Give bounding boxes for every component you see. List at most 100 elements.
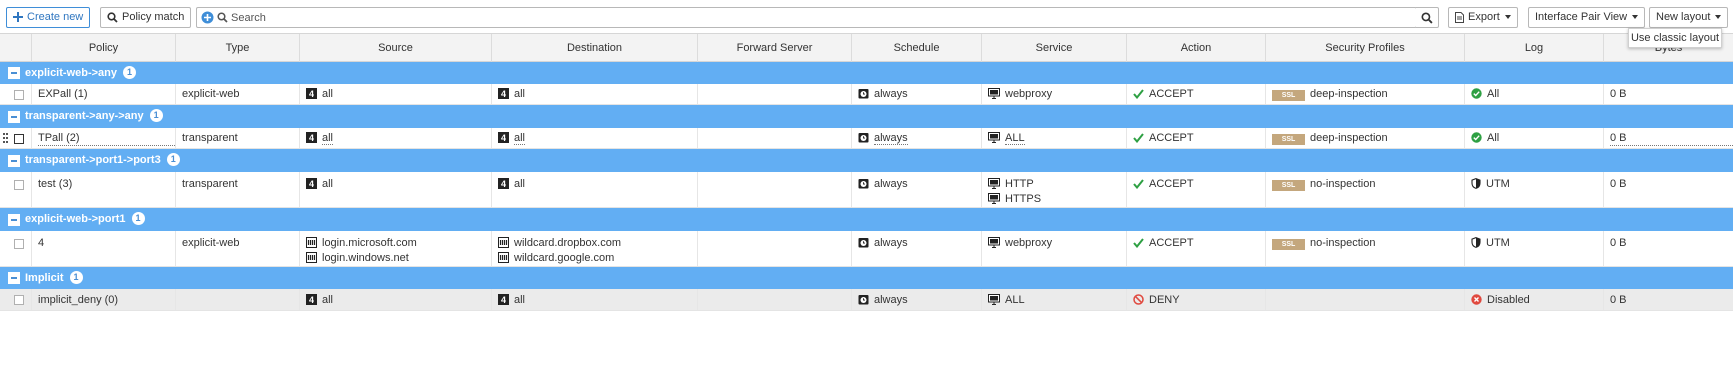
policy-cell[interactable]: implicit_deny (0) <box>32 289 176 310</box>
security-profile[interactable]: SSL deep-inspection <box>1272 87 1464 102</box>
policy-cell[interactable]: EXPall (1) <box>32 84 176 104</box>
table-row[interactable]: EXPall (1) explicit-web 4 all 4 all always webp… <box>0 84 1733 105</box>
schedule-cell[interactable]: always <box>852 231 982 266</box>
service-value[interactable]: HTTPS <box>988 192 1126 207</box>
policy-cell[interactable]: TPall (2) <box>32 128 176 148</box>
schedule-value[interactable]: always <box>858 293 981 308</box>
policy-name[interactable]: implicit_deny (0) <box>38 293 175 308</box>
security-profiles-cell[interactable]: SSL deep-inspection <box>1266 128 1465 148</box>
table-row[interactable]: TPall (2) transparent 4 all 4 all always ALL ACC… <box>0 128 1733 149</box>
service-value[interactable]: webproxy <box>988 87 1126 102</box>
search-box[interactable] <box>196 7 1417 28</box>
security-profile[interactable]: SSL no-inspection <box>1272 236 1464 251</box>
header-action[interactable]: Action <box>1127 34 1266 62</box>
destination-address[interactable]: wildcard.dropbox.com <box>498 236 697 251</box>
destination-cell[interactable]: wildcard.dropbox.com wildcard.google.com <box>492 231 698 266</box>
header-type[interactable]: Type <box>176 34 300 62</box>
security-profile[interactable]: SSL deep-inspection <box>1272 131 1464 146</box>
destination-cell[interactable]: 4 all <box>492 84 698 104</box>
header-policy[interactable]: Policy <box>32 34 176 62</box>
policy-match-button[interactable]: Policy match <box>100 7 192 28</box>
service-cell[interactable]: HTTP HTTPS <box>982 172 1127 207</box>
destination-address[interactable]: 4 all <box>498 177 697 192</box>
new-layout-dropdown[interactable]: New layout <box>1649 7 1729 28</box>
service-value[interactable]: ALL <box>988 293 1126 308</box>
search-input[interactable] <box>231 9 1381 26</box>
service-value[interactable]: HTTP <box>988 177 1126 192</box>
service-cell[interactable]: ALL <box>982 289 1127 310</box>
header-log[interactable]: Log <box>1465 34 1604 62</box>
collapse-toggle-icon[interactable] <box>8 110 20 123</box>
section-header[interactable]: explicit-web->port1 1 <box>0 208 1733 231</box>
header-source[interactable]: Source <box>300 34 492 62</box>
header-destination[interactable]: Destination <box>492 34 698 62</box>
schedule-cell[interactable]: always <box>852 84 982 104</box>
section-header[interactable]: transparent->any->any 1 <box>0 105 1733 128</box>
collapse-toggle-icon[interactable] <box>8 154 20 167</box>
create-new-button[interactable]: Create new <box>6 7 91 28</box>
security-profiles-cell[interactable]: SSL no-inspection <box>1266 172 1465 207</box>
header-service[interactable]: Service <box>982 34 1127 62</box>
add-filter-icon[interactable] <box>201 11 214 24</box>
service-value[interactable]: ALL <box>988 131 1126 146</box>
security-profiles-cell[interactable]: SSL deep-inspection <box>1266 84 1465 104</box>
header-schedule[interactable]: Schedule <box>852 34 982 62</box>
destination-cell[interactable]: 4 all <box>492 172 698 207</box>
address-icon: 4 <box>498 294 509 310</box>
policy-name[interactable]: EXPall (1) <box>38 87 175 102</box>
header-forward-server[interactable]: Forward Server <box>698 34 852 62</box>
interface-pair-view-dropdown[interactable]: Interface Pair View <box>1528 7 1646 28</box>
schedule-value[interactable]: always <box>858 131 981 146</box>
security-profile[interactable]: SSL no-inspection <box>1272 177 1464 192</box>
destination-address[interactable]: 4 all <box>498 293 697 308</box>
export-dropdown[interactable]: Export <box>1448 7 1518 28</box>
table-row[interactable]: 4 explicit-web login.microsoft.com login.wi… <box>0 231 1733 267</box>
destination-cell[interactable]: 4 all <box>492 128 698 148</box>
schedule-value[interactable]: always <box>858 177 981 192</box>
destination-cell[interactable]: 4 all <box>492 289 698 310</box>
section-header[interactable]: transparent->port1->port3 1 <box>0 149 1733 172</box>
section-header[interactable]: Implicit 1 <box>0 267 1733 289</box>
destination-address[interactable]: 4 all <box>498 131 697 146</box>
policy-name[interactable]: test (3) <box>38 177 175 192</box>
source-cell[interactable]: login.microsoft.com login.windows.net <box>300 231 492 266</box>
schedule-value[interactable]: always <box>858 236 981 251</box>
source-address[interactable]: 4 all <box>306 87 491 102</box>
security-profiles-cell[interactable]: SSL no-inspection <box>1266 231 1465 266</box>
schedule-cell[interactable]: always <box>852 172 982 207</box>
section-header[interactable]: explicit-web->any 1 <box>0 62 1733 84</box>
service-cell[interactable]: webproxy <box>982 84 1127 104</box>
service-cell[interactable]: ALL <box>982 128 1127 148</box>
destination-address[interactable]: wildcard.google.com <box>498 251 697 266</box>
source-cell[interactable]: 4 all <box>300 128 492 148</box>
schedule-value[interactable]: always <box>858 87 981 102</box>
collapse-toggle-icon[interactable] <box>8 272 20 284</box>
select-cell <box>0 231 32 266</box>
use-classic-layout-tooltip[interactable]: Use classic layout <box>1628 28 1722 48</box>
source-address[interactable]: login.windows.net <box>306 251 491 266</box>
collapse-toggle-icon[interactable] <box>8 67 20 79</box>
action-value: ACCEPT <box>1133 236 1265 251</box>
collapse-toggle-icon[interactable] <box>8 213 20 226</box>
service-value[interactable]: webproxy <box>988 236 1126 251</box>
security-profiles-cell[interactable] <box>1266 289 1465 310</box>
source-address[interactable]: 4 all <box>306 177 491 192</box>
destination-address[interactable]: 4 all <box>498 87 697 102</box>
table-row[interactable]: test (3) transparent 4 all 4 all always HTTP HTT… <box>0 172 1733 208</box>
source-cell[interactable]: 4 all <box>300 172 492 207</box>
service-cell[interactable]: webproxy <box>982 231 1127 266</box>
schedule-cell[interactable]: always <box>852 128 982 148</box>
policy-cell[interactable]: test (3) <box>32 172 176 207</box>
source-cell[interactable]: 4 all <box>300 84 492 104</box>
source-cell[interactable]: 4 all <box>300 289 492 310</box>
header-security-profiles[interactable]: Security Profiles <box>1266 34 1465 62</box>
policy-cell[interactable]: 4 <box>32 231 176 266</box>
policy-name[interactable]: 4 <box>38 236 175 251</box>
search-submit-button[interactable] <box>1416 7 1439 28</box>
schedule-cell[interactable]: always <box>852 289 982 310</box>
table-row[interactable]: implicit_deny (0) 4 all 4 all always ALL DENY Di… <box>0 289 1733 311</box>
source-address[interactable]: 4 all <box>306 293 491 308</box>
policy-name[interactable]: TPall (2) <box>38 131 175 146</box>
source-address[interactable]: login.microsoft.com <box>306 236 491 251</box>
source-address[interactable]: 4 all <box>306 131 491 146</box>
